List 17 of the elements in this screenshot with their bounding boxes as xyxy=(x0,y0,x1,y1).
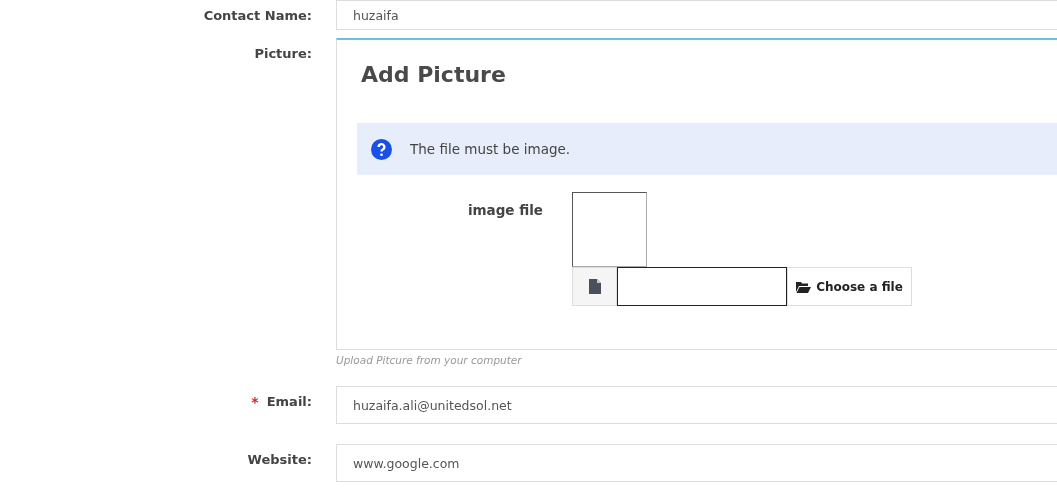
help-icon xyxy=(371,138,392,160)
required-mark: * xyxy=(251,394,259,410)
info-text: The file must be image. xyxy=(410,141,571,157)
file-name-field[interactable] xyxy=(617,267,787,306)
text-field[interactable]: huzaifa xyxy=(336,0,1057,30)
field-label: Website: xyxy=(247,452,312,467)
panel-title: Add Picture xyxy=(361,62,507,87)
field-label: Picture: xyxy=(254,46,312,61)
field-label: Email: xyxy=(266,394,312,409)
file-icon xyxy=(588,279,601,294)
text-field[interactable]: www.google.com xyxy=(336,444,1057,482)
folder-icon xyxy=(796,280,812,293)
text-field[interactable]: huzaifa.ali@unitedsol.net xyxy=(336,386,1057,424)
help-text: Upload Pitcure from your computer xyxy=(336,354,523,366)
file-label: image file xyxy=(467,201,543,220)
choose-file-button[interactable]: Choose a file xyxy=(787,267,912,306)
field-label: Contact Name: xyxy=(203,8,312,23)
